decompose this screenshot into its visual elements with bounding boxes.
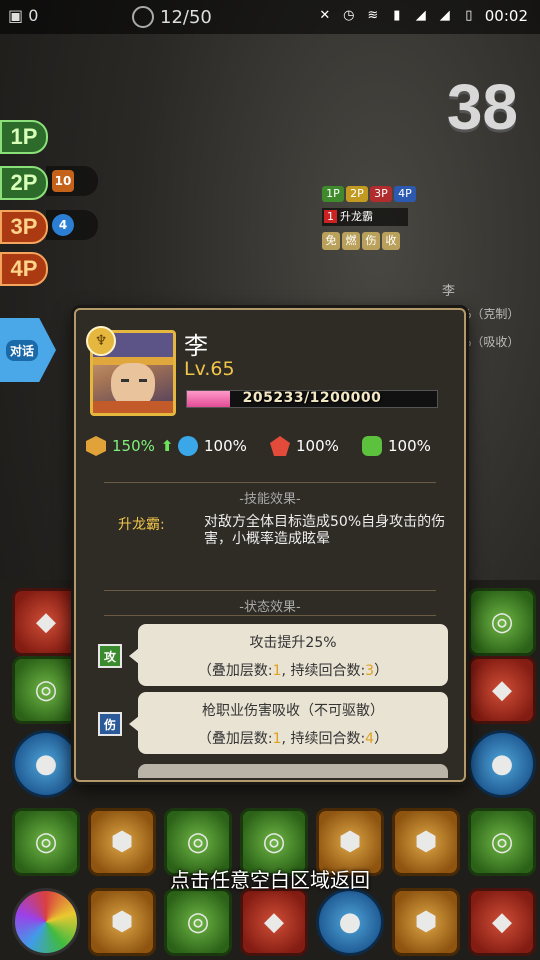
notification-icon: ▮ bbox=[393, 8, 401, 23]
hp-bar: 205233/1200000 bbox=[186, 390, 438, 408]
player-1p-tag[interactable]: 1P bbox=[0, 120, 48, 154]
status-row-attack-up: 攻击提升25% （叠加层数:1, 持续回合数:3） bbox=[129, 624, 448, 686]
status-turns: 4 bbox=[365, 731, 375, 747]
enemy-tab-4p: 4P bbox=[394, 186, 416, 202]
player-2p-badge: 10 bbox=[52, 170, 74, 192]
player-3p-tag[interactable]: 3P bbox=[0, 210, 48, 244]
player-3p-badge: 4 bbox=[52, 214, 74, 236]
enemy-status-icon: 免 bbox=[322, 232, 340, 250]
stat-fire: 100% bbox=[270, 436, 339, 456]
enemy-status-icon: 伤 bbox=[362, 232, 380, 250]
stat-attack: 150% ⬆ bbox=[86, 436, 173, 456]
clock-icon bbox=[132, 6, 154, 28]
player-4p-tag[interactable]: 4P bbox=[0, 252, 48, 286]
wind-icon bbox=[362, 436, 382, 456]
light-gem[interactable]: ⬢ bbox=[88, 888, 156, 956]
attribute-stats: 150% ⬆ 100% 100% 100% bbox=[86, 436, 456, 460]
character-level: Lv.65 bbox=[184, 358, 235, 380]
fire-icon bbox=[270, 436, 290, 456]
fire-gem[interactable]: ◆ bbox=[240, 888, 308, 956]
class-badge-icon: ♆ bbox=[86, 326, 116, 356]
fire-gem[interactable]: ◆ bbox=[12, 588, 80, 656]
light-gem[interactable]: ⬢ bbox=[392, 888, 460, 956]
divider bbox=[104, 615, 436, 616]
status-right: ✕ ◷ ≋ ▮ ◢ ◢ ▯ 00:02 bbox=[317, 7, 528, 25]
status-row-damage-absorb: 枪职业伤害吸收（不可驱散） （叠加层数:1, 持续回合数:4） bbox=[129, 692, 448, 754]
stat-wind: 100% bbox=[362, 436, 431, 456]
status-stacks: 1 bbox=[272, 731, 282, 747]
talk-button-label: 对话 bbox=[5, 339, 38, 361]
enemy-tab-1p: 1P bbox=[322, 186, 344, 202]
status-left-value: 0 bbox=[28, 6, 39, 25]
status-title: 攻击提升25% bbox=[249, 635, 337, 651]
enemy-info-line: %（吸收） bbox=[460, 335, 520, 349]
status-row-partial bbox=[138, 764, 448, 778]
player-2p-tag[interactable]: 2P bbox=[0, 166, 48, 200]
divider bbox=[104, 590, 436, 591]
turn-counter: 12/50 bbox=[132, 6, 212, 28]
water-icon bbox=[178, 436, 198, 456]
enemy-skill-label: 1 升龙霸 bbox=[322, 208, 408, 226]
enemy-status-icon: 燃 bbox=[342, 232, 360, 250]
stat-attack-value: 150% bbox=[112, 437, 155, 455]
attack-icon bbox=[86, 436, 106, 456]
skill-description: 对敌方全体目标造成50%自身攻击的伤害，小概率造成眩晕 bbox=[204, 514, 446, 547]
status-bar: ▣ 0 ✕ ◷ ≋ ▮ ◢ ◢ ▯ 00:02 bbox=[0, 0, 540, 34]
stat-water: 100% bbox=[178, 436, 247, 456]
enemy-info: %（克制） %（吸收） bbox=[460, 300, 519, 356]
fire-gem[interactable]: ◆ bbox=[468, 656, 536, 724]
skill-name: 升龙霸: bbox=[118, 517, 165, 533]
status-section-title: -状态效果- bbox=[239, 600, 301, 615]
enemy-info-line: %（克制） bbox=[460, 307, 520, 321]
attack-buff-icon: 攻 bbox=[98, 644, 122, 668]
signal-icon: ◢ bbox=[415, 8, 426, 23]
character-name: 李 bbox=[184, 332, 208, 360]
status-detail: （叠加层数:1, 持续回合数:3） bbox=[197, 663, 389, 679]
app-icon: ▣ bbox=[8, 6, 24, 25]
fire-gem[interactable]: ◆ bbox=[468, 888, 536, 956]
character-info-popup: ♆ 李 Lv.65 205233/1200000 150% ⬆ 100% 100%… bbox=[74, 308, 466, 782]
tap-to-return-hint: 点击任意空白区域返回 bbox=[170, 868, 370, 892]
battery-icon: ▯ bbox=[465, 8, 473, 23]
wind-gem[interactable]: ◎ bbox=[164, 888, 232, 956]
stat-wind-value: 100% bbox=[388, 437, 431, 455]
water-gem[interactable]: ● bbox=[316, 888, 384, 956]
enemy-panel: 1P 2P 3P 4P 1 升龙霸 免 燃 伤 收 bbox=[322, 182, 432, 252]
stat-water-value: 100% bbox=[204, 437, 247, 455]
wind-gem[interactable]: ◎ bbox=[12, 656, 80, 724]
enemy-tab-2p: 2P bbox=[346, 186, 368, 202]
divider bbox=[104, 482, 436, 483]
enemy-name: 李 bbox=[442, 284, 456, 299]
skill-section-title: -技能效果- bbox=[239, 492, 301, 507]
status-title: 枪职业伤害吸收（不可驱散） bbox=[202, 703, 384, 719]
enemy-skill-name: 升龙霸 bbox=[340, 210, 373, 223]
status-stacks: 1 bbox=[272, 663, 282, 679]
water-gem[interactable]: ● bbox=[12, 730, 80, 798]
enemy-status-icons: 免 燃 伤 收 bbox=[322, 232, 432, 250]
damage-absorb-icon: 伤 bbox=[98, 712, 122, 736]
hp-text: 205233/1200000 bbox=[242, 390, 382, 406]
wifi-icon: ≋ bbox=[367, 8, 379, 23]
boost-arrow-icon: ⬆ bbox=[160, 437, 174, 455]
clock-time: 00:02 bbox=[484, 7, 528, 25]
status-detail: （叠加层数:1, 持续回合数:4） bbox=[197, 731, 389, 747]
enemy-skill-index: 1 bbox=[324, 210, 337, 223]
wind-gem[interactable]: ◎ bbox=[468, 588, 536, 656]
enemy-tab-3p: 3P bbox=[370, 186, 392, 202]
stat-fire-value: 100% bbox=[296, 437, 339, 455]
mute-icon: ✕ bbox=[319, 8, 331, 23]
water-gem[interactable]: ● bbox=[468, 730, 536, 798]
turn-text: 12/50 bbox=[160, 6, 212, 28]
status-left: ▣ 0 bbox=[8, 6, 38, 25]
alarm-icon: ◷ bbox=[343, 8, 355, 23]
status-turns: 3 bbox=[365, 663, 375, 679]
enemy-status-icon: 收 bbox=[382, 232, 400, 250]
signal-icon-2: ◢ bbox=[439, 8, 450, 23]
countdown-number: 38 bbox=[446, 71, 518, 143]
rainbow-gem[interactable] bbox=[12, 888, 80, 956]
